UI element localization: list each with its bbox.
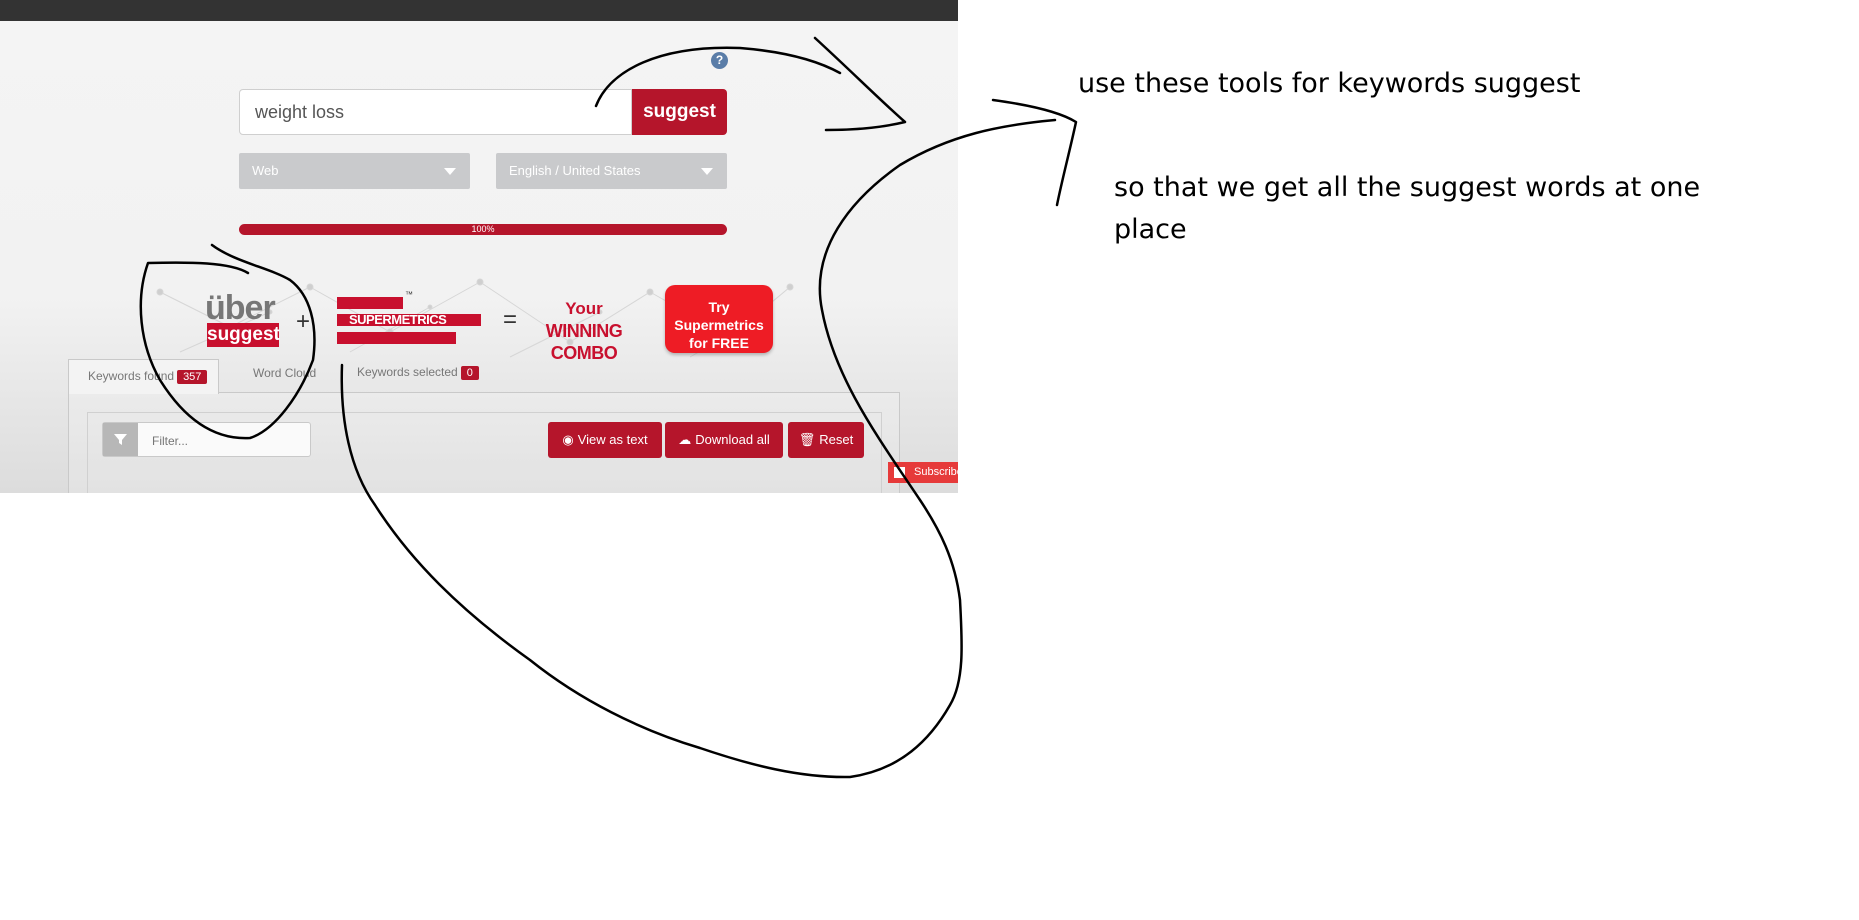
annotation-line-2: so that we get all the suggest words at … xyxy=(1114,172,1701,203)
annotation-line-3: place xyxy=(1114,214,1187,245)
subscribe-icon xyxy=(894,467,905,478)
tab-keywords-found[interactable]: Keywords found 357 xyxy=(68,359,219,394)
filter-box[interactable] xyxy=(102,422,311,458)
ubersuggest-logo-top: über xyxy=(205,289,276,327)
browser-top-bar xyxy=(0,0,958,21)
tab-word-cloud[interactable]: Word Cloud xyxy=(253,366,316,380)
language-select[interactable]: English / United States xyxy=(496,153,727,189)
try-supermetrics-button[interactable]: Try Supermetrics for FREE xyxy=(665,285,773,353)
filter-input[interactable] xyxy=(150,423,304,458)
language-select-value: English / United States xyxy=(509,163,641,178)
chevron-down-icon xyxy=(701,168,713,175)
winning-combo-text: Your WINNING COMBO xyxy=(545,299,623,363)
chevron-down-icon xyxy=(444,168,456,175)
source-select[interactable]: Web xyxy=(239,153,470,189)
ubersuggest-logo-bottom: suggest xyxy=(207,323,280,347)
banner-plus: + xyxy=(296,308,311,335)
filter-icon xyxy=(103,423,138,456)
progress-bar: 100% xyxy=(239,224,727,235)
tab-keywords-selected[interactable]: Keywords selected 0 xyxy=(357,365,479,380)
eye-icon: ◉ xyxy=(562,432,574,447)
youtube-subscribe-button[interactable]: Subscribe xyxy=(888,462,958,483)
suggest-button[interactable]: suggest xyxy=(632,89,727,135)
annotation-line-1: use these tools for keywords suggest xyxy=(1078,68,1581,99)
supermetrics-text: SUPERMETRICS xyxy=(349,312,447,327)
source-select-value: Web xyxy=(252,163,279,178)
cloud-download-icon: ☁ xyxy=(678,432,692,447)
keywords-found-badge: 357 xyxy=(177,370,208,384)
reset-button[interactable]: 🗑 Reset xyxy=(788,422,864,458)
annotation-arrow-head-right xyxy=(991,98,1078,207)
uber-suggest-screenshot: ? suggest Web English / United States 10… xyxy=(0,0,958,493)
progress-label: 100% xyxy=(471,224,495,234)
search-input[interactable] xyxy=(239,89,632,135)
download-all-button[interactable]: ☁ Download all xyxy=(665,422,783,458)
keywords-selected-badge: 0 xyxy=(460,366,479,380)
trash-icon: 🗑 xyxy=(798,432,816,447)
view-as-text-button[interactable]: ◉ View as text xyxy=(548,422,662,458)
help-icon[interactable]: ? xyxy=(711,52,728,69)
banner-equals: = xyxy=(503,306,518,333)
